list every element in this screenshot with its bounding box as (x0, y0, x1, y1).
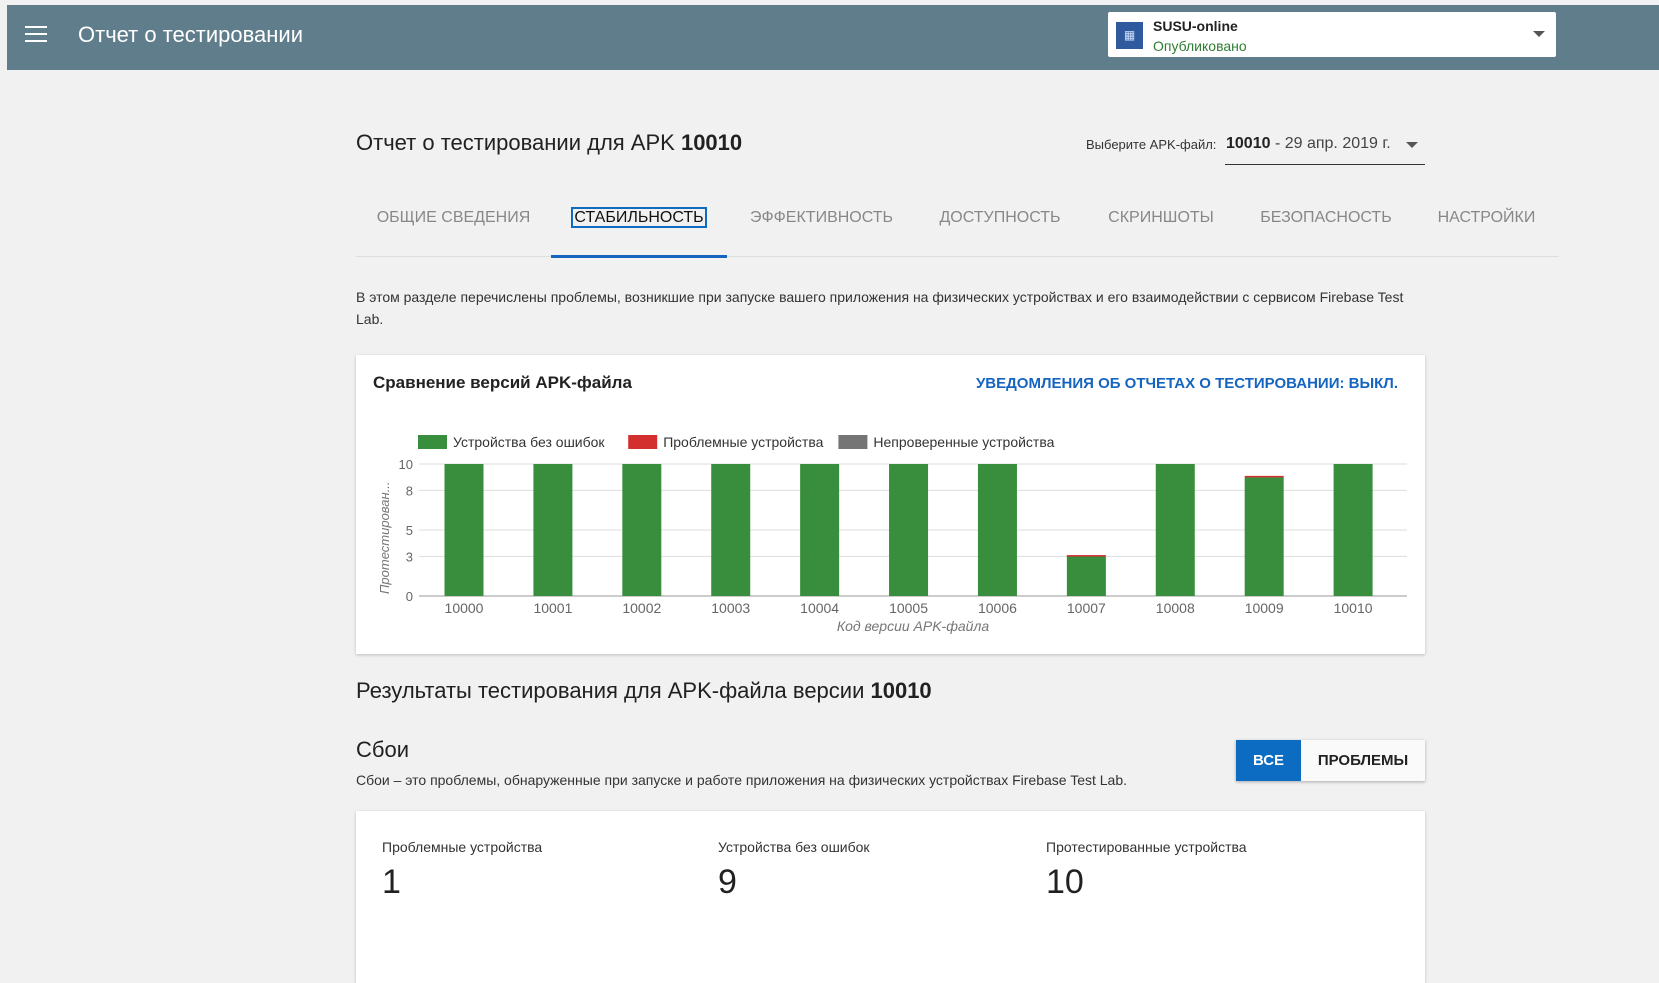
bar-segment (444, 464, 484, 596)
bar-segment (1066, 556, 1106, 596)
bar-segment (1244, 475, 1284, 478)
stat-value: 10 (1046, 863, 1084, 901)
app-name: SUSU-online (1153, 18, 1238, 34)
results-title: Результаты тестирования для APK-файла ве… (356, 678, 932, 703)
stat-label: Проблемные устройства (382, 839, 543, 855)
tab-overview[interactable]: Общие сведения (356, 183, 551, 256)
app-selector[interactable]: ▦ SUSU-online Опубликовано (1108, 12, 1556, 57)
filter-problems-button[interactable]: Проблемы (1301, 740, 1425, 781)
filter-all-button[interactable]: Все (1236, 740, 1301, 781)
bar-segment (1155, 464, 1195, 596)
legend-label: Устройства без ошибок (453, 434, 605, 450)
x-tick-label: 10004 (800, 600, 839, 616)
y-tick-label: 8 (406, 483, 413, 498)
bar-segment (800, 464, 840, 596)
report-title: Отчет о тестировании для APK 10010 (356, 130, 743, 155)
apk-select-label: Выберите APK-файл: (1086, 137, 1217, 152)
app-status: Опубликовано (1153, 38, 1247, 54)
tab-performance[interactable]: Эффективность (727, 183, 916, 256)
bar-segment (1244, 477, 1284, 596)
y-tick-label: 3 (406, 549, 413, 564)
y-tick-label: 10 (399, 457, 413, 472)
bar-segment (711, 464, 751, 596)
x-tick-label: 10007 (1067, 600, 1106, 616)
stat-value: 9 (718, 863, 737, 901)
x-tick-label: 10000 (445, 600, 484, 616)
stat-value: 1 (382, 863, 401, 901)
bar-segment (977, 464, 1017, 596)
menu-icon[interactable] (25, 26, 47, 42)
x-tick-label: 10001 (533, 600, 572, 616)
x-tick-label: 10010 (1334, 600, 1373, 616)
apk-comparison-card: Сравнение версий APK-файла Уведомления о… (356, 355, 1425, 654)
legend-label: Непроверенные устройства (873, 434, 1054, 450)
legend-swatch (628, 435, 658, 449)
stat-problem-devices: Проблемные устройства 1 (382, 839, 542, 902)
section-description: В этом разделе перечислены проблемы, воз… (356, 289, 1404, 327)
tab-security[interactable]: Безопасность (1238, 183, 1414, 256)
apk-select-value: 10010 - 29 апр. 2019 г. (1226, 135, 1391, 152)
chevron-down-icon (1533, 31, 1545, 37)
crashes-title: Сбои (356, 737, 410, 762)
y-axis-label: Протестирован... (377, 481, 392, 594)
bar-segment (889, 464, 929, 596)
apk-version-select[interactable]: 10010 - 29 апр. 2019 г. (1225, 130, 1425, 165)
stat-tested-devices: Протестированные устройства 10 (1046, 839, 1247, 902)
x-axis-label: Код версии APK-файла (837, 618, 990, 634)
tab-settings[interactable]: Настройки (1414, 183, 1559, 256)
x-tick-label: 10006 (978, 600, 1017, 616)
x-tick-label: 10003 (711, 600, 750, 616)
bar-segment (1066, 555, 1106, 557)
legend-swatch (838, 435, 868, 449)
crashes-description: Сбои – это проблемы, обнаруженные при за… (356, 772, 1128, 788)
stat-ok-devices: Устройства без ошибок 9 (718, 839, 870, 902)
device-stats-card: Проблемные устройства 1 Устройства без о… (356, 811, 1425, 983)
y-tick-label: 5 (406, 523, 413, 538)
bar-segment (533, 464, 573, 596)
tab-stability[interactable]: Стабильность (551, 183, 727, 258)
section-tabs: Общие сведения Стабильность Эффективност… (356, 183, 1559, 258)
x-tick-label: 10009 (1245, 600, 1284, 616)
crash-filter-toggle: Все Проблемы (1236, 740, 1425, 781)
x-tick-label: 10002 (622, 600, 661, 616)
app-logo-icon: ▦ (1116, 22, 1143, 49)
legend-label: Проблемные устройства (663, 434, 823, 450)
stat-label: Устройства без ошибок (718, 839, 870, 855)
stat-label: Протестированные устройства (1046, 839, 1247, 855)
y-tick-label: 0 (406, 589, 413, 604)
x-tick-label: 10005 (889, 600, 928, 616)
tab-screenshots[interactable]: Скриншоты (1084, 183, 1238, 256)
x-tick-label: 10008 (1156, 600, 1195, 616)
tab-accessibility[interactable]: Доступность (916, 183, 1084, 256)
top-app-bar: Отчет о тестировании ▦ SUSU-online Опубл… (7, 5, 1659, 70)
page-title: Отчет о тестировании (78, 22, 303, 47)
bar-segment (622, 464, 662, 596)
chevron-down-icon (1406, 142, 1418, 148)
stability-bar-chart: Устройства без ошибок Проблемные устройст… (377, 434, 1407, 634)
legend-swatch (418, 435, 447, 449)
bar-segment (1333, 464, 1373, 596)
